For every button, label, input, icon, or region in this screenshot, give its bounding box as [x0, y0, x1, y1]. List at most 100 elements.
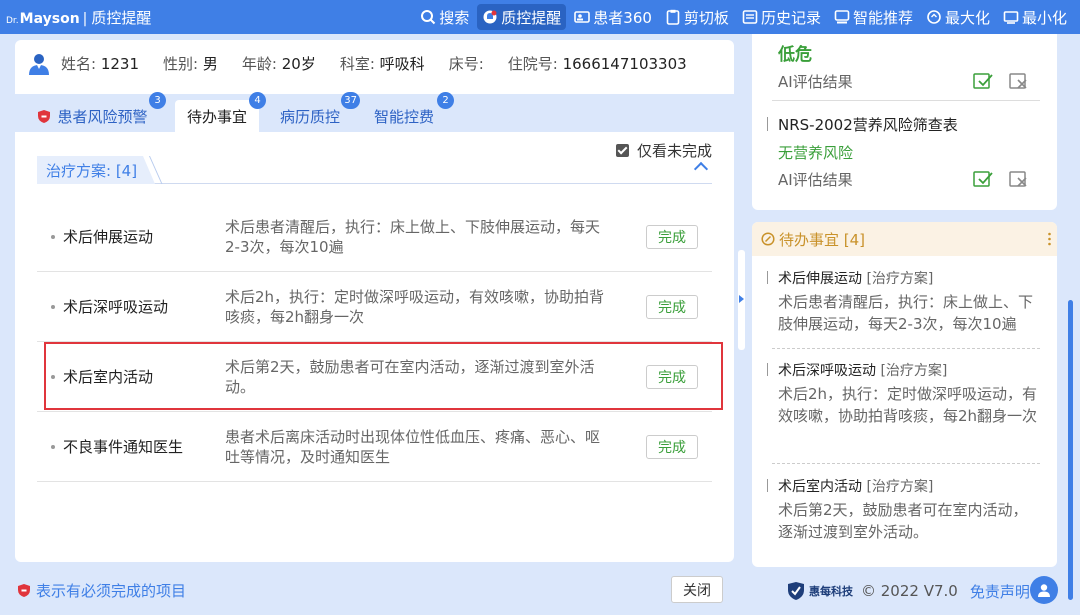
right-scrollbar[interactable]	[1068, 300, 1073, 600]
logo-separator: |	[82, 10, 88, 27]
patient-avatar-icon	[29, 54, 49, 75]
history-icon	[742, 10, 758, 24]
todo-item-title: 术后伸展运动 [治疗方案]	[767, 268, 1040, 288]
tab-cost-control-badge: 2	[437, 92, 454, 109]
patient-bed: 床号:	[448, 54, 484, 73]
todo-item[interactable]: 术后深呼吸运动 [治疗方案] 术后2h，执行：定时做深呼吸运动，有效咳嗽，协助拍…	[767, 360, 1040, 464]
item-name: 术后伸展运动	[63, 228, 154, 246]
complete-button[interactable]: 完成	[646, 434, 698, 459]
patient-department: 科室: 呼吸科	[339, 54, 425, 73]
item-name: 术后室内活动	[63, 368, 154, 386]
list-item: 不良事件通知医生 患者术后离床活动时出现体位性低血压、疼痛、恶心、呕吐等情况，及…	[37, 412, 712, 482]
tab-cost-control-label: 智能控费	[373, 107, 434, 126]
item-description: 术后第2天，鼓励患者可在室内活动，逐渐过渡到室外活动。	[225, 357, 595, 396]
todo-panel: 待办事宜 [4] 术后伸展运动 [治疗方案] 术后患者清醒后，执行：床上做上、下…	[752, 222, 1057, 567]
accept-icon[interactable]	[973, 170, 993, 188]
risk-assessment-panel: 低危 AI评估结果 NRS-2002营养风险筛查表 无营养风险 AI评估结果	[752, 34, 1057, 210]
item-description: 术后2h，执行：定时做深呼吸运动，有效咳嗽，协助拍背咳痰，每2h翻身一次	[225, 287, 605, 326]
nrs-value: 无营养风险	[778, 144, 854, 162]
tool-clipboard-button[interactable]: 剪切板	[660, 4, 734, 30]
required-legend-text: 表示有必须完成的项目	[36, 582, 187, 600]
shield-icon	[38, 109, 51, 123]
tool-maximize-button[interactable]: 最大化	[921, 4, 995, 30]
clipboard-icon	[666, 9, 680, 25]
reject-icon[interactable]	[1009, 170, 1029, 188]
todo-panel-title: 待办事宜 [4]	[779, 230, 866, 249]
collapse-handle[interactable]	[738, 250, 745, 350]
patient-age: 年龄: 20岁	[241, 54, 316, 73]
list-item: 术后深呼吸运动 术后2h，执行：定时做深呼吸运动，有效咳嗽，协助拍背咳痰，每2h…	[37, 272, 712, 342]
complete-button[interactable]: 完成	[646, 224, 698, 249]
todo-item-description: 术后第2天，鼓励患者可在室内活动，逐渐过渡到室外活动。	[778, 501, 1028, 541]
required-legend: 表示有必须完成的项目	[18, 580, 186, 601]
complete-button[interactable]: 完成	[646, 294, 698, 319]
tool-minimize-button[interactable]: 最小化	[998, 4, 1072, 30]
toolbar: 搜索 质控提醒 患者360 剪切板 历史记录 智能推荐 最大化 最小化	[412, 0, 1072, 34]
todo-item[interactable]: 术后伸展运动 [治疗方案] 术后患者清醒后，执行：床上做上、下肢伸展运动，每天2…	[767, 268, 1040, 349]
shield-icon	[18, 584, 30, 597]
todo-panel-header: 待办事宜 [4]	[752, 222, 1057, 256]
item-description: 术后患者清醒后，执行：床上做上、下肢伸展运动，每天2-3次，每次10遍	[225, 217, 601, 256]
tool-search-label: 搜索	[439, 8, 470, 27]
item-name: 不良事件通知医生	[63, 438, 184, 456]
item-description: 患者术后离床活动时出现体位性低血压、疼痛、恶心、呕吐等情况，及时通知医生	[225, 427, 601, 466]
user-icon	[1038, 584, 1050, 597]
tab-risk-warning[interactable]: 患者风险预警 3	[27, 92, 166, 132]
user-avatar[interactable]	[1030, 576, 1058, 604]
todo-item-title: 术后室内活动 [治疗方案]	[767, 476, 1040, 496]
chevron-up-icon[interactable]	[693, 161, 709, 177]
logo-brand: Mayson	[19, 10, 80, 27]
treatment-plan-header[interactable]: 治疗方案: [4]	[37, 156, 712, 184]
tab-record-qc-label: 病历质控	[279, 107, 340, 126]
edit-clock-icon	[761, 232, 775, 246]
tool-patient360-button[interactable]: 患者360	[569, 4, 657, 30]
logo-prefix: Dr.	[6, 15, 19, 26]
reject-icon[interactable]	[1009, 72, 1029, 90]
ai-result-label: AI评估结果	[778, 171, 853, 189]
todo-content: 仅看未完成 治疗方案: [4] 术后伸展运动 术后患者清醒后，执行：床上做上、下…	[15, 132, 734, 562]
todo-item[interactable]: 术后室内活动 [治疗方案] 术后第2天，鼓励患者可在室内活动，逐渐过渡到室外活动…	[767, 476, 1040, 543]
copyright: © 2022 V7.0	[861, 582, 958, 600]
minimize-icon	[1003, 11, 1019, 24]
tool-recommend-label: 智能推荐	[852, 8, 913, 27]
tab-todo-badge: 4	[249, 92, 266, 109]
more-icon[interactable]	[1048, 232, 1051, 246]
nrs-title: NRS-2002营养风险筛查表	[767, 116, 958, 134]
divider	[772, 348, 1040, 349]
accept-icon[interactable]	[973, 72, 993, 90]
bullet-dot	[51, 375, 55, 379]
title-bar: Dr. Mayson | 质控提醒 搜索 质控提醒 患者360 剪切板 历史记录…	[0, 0, 1080, 34]
tab-bar: 患者风险预警 3 待办事宜 4 病历质控 37 智能控费 2	[15, 92, 734, 132]
patient-card-icon	[574, 11, 591, 23]
item-name: 术后深呼吸运动	[63, 298, 169, 316]
tab-cost-control[interactable]: 智能控费 2	[361, 92, 454, 132]
search-icon	[421, 10, 436, 25]
patient-name: 姓名: 1231	[61, 54, 140, 73]
treatment-plan-tag: 治疗方案: [4]	[37, 156, 155, 184]
tool-history-button[interactable]: 历史记录	[737, 4, 826, 30]
bullet-dot	[51, 445, 55, 449]
brand-logo-icon	[788, 582, 804, 600]
complete-button[interactable]: 完成	[646, 364, 698, 389]
tool-search-button[interactable]: 搜索	[415, 4, 474, 30]
todo-item-title: 术后深呼吸运动 [治疗方案]	[767, 360, 1040, 380]
tab-todo[interactable]: 待办事宜 4	[175, 92, 266, 132]
tab-record-qc[interactable]: 病历质控 37	[267, 92, 360, 132]
brand-logo: 惠每科技	[786, 582, 853, 600]
close-button[interactable]: 关闭	[671, 576, 723, 603]
brand-name: 惠每科技	[809, 585, 853, 598]
ai-result-label: AI评估结果	[778, 73, 853, 91]
disclaimer-link[interactable]: 免责声明	[970, 581, 1030, 602]
bullet-dot	[51, 305, 55, 309]
tab-risk-warning-label: 患者风险预警	[57, 107, 148, 126]
app-logo: Dr. Mayson | 质控提醒	[0, 7, 151, 28]
tool-recommend-button[interactable]: 智能推荐	[829, 4, 918, 30]
ai-result-actions	[957, 170, 1029, 188]
patient-admission-no: 住院号: 1666147103303	[507, 54, 687, 73]
list-item: 术后伸展运动 术后患者清醒后，执行：床上做上、下肢伸展运动，每天2-3次，每次1…	[37, 202, 712, 272]
ai-result-actions	[957, 72, 1029, 90]
todo-item-description: 术后2h，执行：定时做深呼吸运动，有效咳嗽，协助拍背咳痰，每2h翻身一次	[778, 385, 1038, 425]
tool-qc-reminder-button[interactable]: 质控提醒	[477, 4, 567, 30]
list-item: 术后室内活动 术后第2天，鼓励患者可在室内活动，逐渐过渡到室外活动。 完成	[37, 342, 712, 412]
app-title: 质控提醒	[91, 8, 152, 27]
